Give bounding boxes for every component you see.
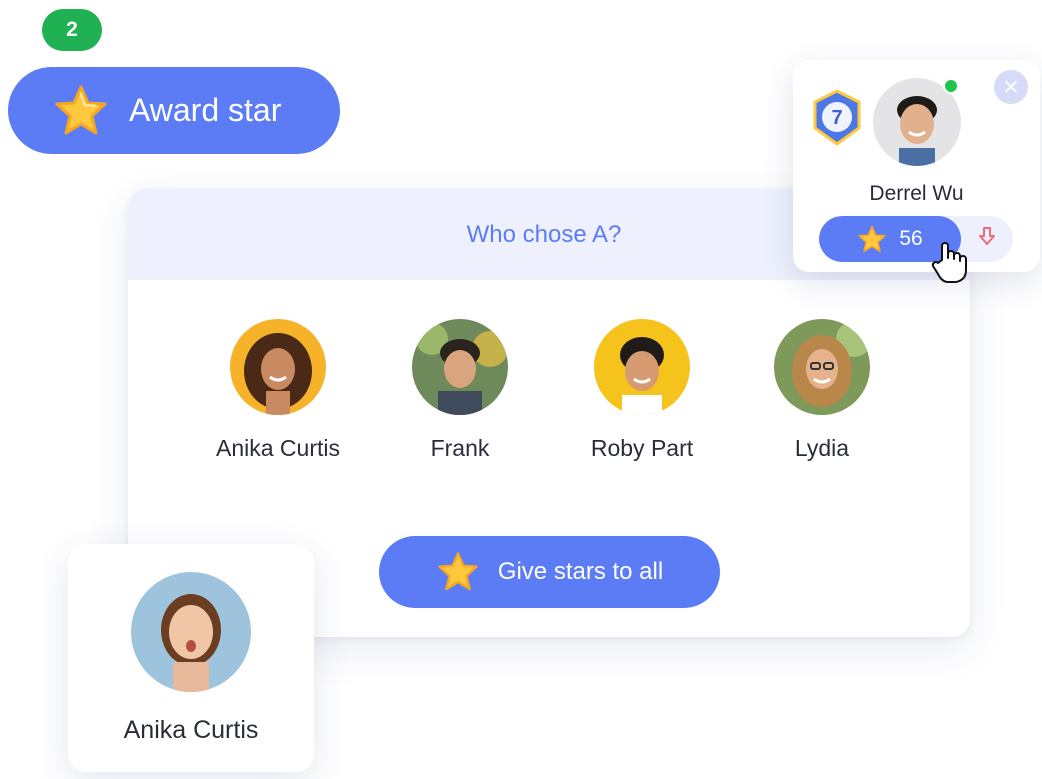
- star-icon: [857, 225, 887, 254]
- level-number: 7: [831, 107, 842, 129]
- avatar-roby: [594, 319, 690, 415]
- avatar-selected: [131, 572, 251, 692]
- star-counter: 56: [819, 216, 1013, 262]
- selected-student-card[interactable]: Anika Curtis: [68, 544, 314, 772]
- student-anika[interactable]: Anika Curtis: [188, 319, 368, 462]
- star-icon: [53, 84, 109, 138]
- selected-student-name: Anika Curtis: [123, 716, 259, 744]
- star-count: 56: [899, 227, 923, 250]
- down-arrow-icon: [978, 226, 996, 252]
- give-stars-to-all-button[interactable]: Give stars to all: [379, 536, 720, 608]
- online-status-dot: [943, 78, 959, 94]
- award-star-label: Award star: [129, 92, 282, 128]
- level-badge-icon: 7: [807, 88, 867, 153]
- profile-name: Derrel Wu: [869, 182, 964, 205]
- student-lydia[interactable]: Lydia: [732, 319, 912, 462]
- student-name: Lydia: [794, 435, 850, 461]
- hand-cursor-icon: [930, 240, 970, 289]
- stage: 2 Award star Who chose A? Anika Curtis F…: [0, 0, 1042, 779]
- star-icon: [436, 551, 480, 593]
- give-stars-label: Give stars to all: [497, 558, 664, 585]
- award-star-button[interactable]: Award star: [8, 67, 340, 154]
- student-roby[interactable]: Roby Part: [552, 319, 732, 462]
- student-name: Roby Part: [590, 435, 694, 461]
- avatar-frank: [412, 319, 508, 415]
- modal-title: Who chose A?: [466, 220, 622, 248]
- avatar-lydia: [774, 319, 870, 415]
- avatar-anika: [230, 319, 326, 415]
- step-badge: 2: [42, 9, 102, 51]
- close-icon[interactable]: ✕: [994, 70, 1028, 104]
- student-frank[interactable]: Frank: [370, 319, 550, 462]
- student-profile-card: 7 ✕ Derrel Wu 56: [793, 60, 1040, 272]
- student-name: Anika Curtis: [216, 435, 340, 461]
- student-name: Frank: [430, 435, 490, 461]
